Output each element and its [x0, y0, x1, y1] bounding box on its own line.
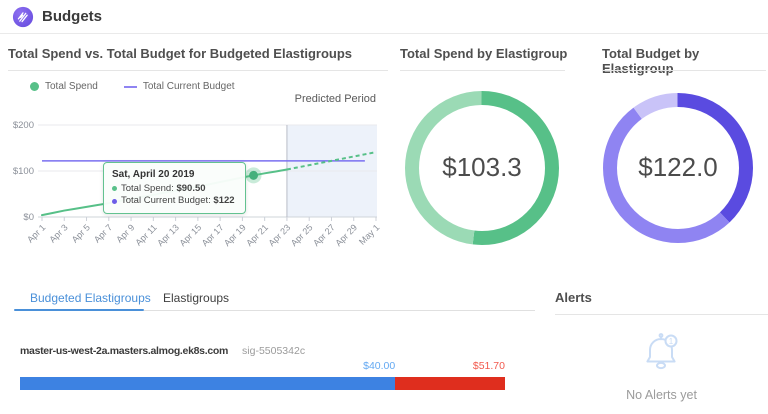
legend-item-total-current-budget[interactable]: Total Current Budget	[124, 81, 235, 92]
divider	[400, 70, 565, 71]
svg-text:Apr 29: Apr 29	[333, 222, 359, 248]
tooltip-row-budget: Total Current Budget: $122	[112, 195, 237, 208]
total-budget-donut-title: Total Budget by Elastigroup	[602, 46, 768, 76]
tab-elastigroups[interactable]: Elastigroups	[163, 291, 229, 305]
divider	[555, 314, 768, 315]
tab-divider	[144, 310, 535, 311]
svg-text:Apr 23: Apr 23	[267, 222, 293, 248]
no-alerts-text: No Alerts yet	[555, 388, 768, 402]
svg-text:Apr 5: Apr 5	[70, 222, 92, 244]
tooltip-date: Sat, April 20 2019	[112, 168, 237, 182]
legend-label: Total Spend	[45, 81, 98, 92]
active-tab-underline	[14, 309, 144, 311]
svg-text:$100: $100	[13, 166, 34, 177]
predicted-period-label: Predicted Period	[226, 93, 376, 105]
app-header: Budgets	[0, 0, 768, 34]
total-spend-value: $103.3	[402, 152, 562, 183]
tooltip-value: $122	[213, 195, 234, 206]
spend-vs-budget-title: Total Spend vs. Total Budget for Budgete…	[8, 46, 390, 61]
page-title: Budgets	[42, 8, 102, 25]
green-dot-icon	[30, 82, 39, 91]
spotinst-logo-icon	[12, 6, 34, 28]
elastigroup-row: master-us-west-2a.masters.almog.ek8s.com…	[20, 345, 305, 357]
total-spend-donut-title: Total Spend by Elastigroup	[400, 46, 570, 61]
svg-text:$200: $200	[13, 120, 34, 131]
budget-bar-within	[20, 377, 395, 390]
svg-text:$0: $0	[23, 212, 34, 223]
svg-text:Apr 25: Apr 25	[289, 222, 315, 248]
svg-text:Apr 15: Apr 15	[177, 222, 203, 248]
elastigroup-sig-id: sig-5505342c	[242, 345, 305, 357]
tooltip-label: Total Current Budget:	[121, 195, 211, 206]
legend-label: Total Current Budget	[143, 81, 235, 92]
budget-bar-overage	[395, 377, 505, 390]
tooltip-label: Total Spend:	[121, 183, 174, 194]
svg-text:Apr 7: Apr 7	[92, 222, 114, 244]
svg-text:Apr 27: Apr 27	[311, 222, 337, 248]
svg-text:May 1: May 1	[357, 222, 381, 246]
tab-budgeted-elastigroups[interactable]: Budgeted Elastigroups	[30, 291, 151, 305]
bell-badge-count: 1	[669, 337, 674, 346]
budgets-page: Budgets Total Spend vs. Total Budget for…	[0, 0, 768, 414]
total-budget-value: $122.0	[600, 152, 756, 183]
svg-text:Apr 3: Apr 3	[47, 222, 69, 244]
svg-text:Apr 1: Apr 1	[25, 222, 47, 244]
legend-item-total-spend[interactable]: Total Spend	[30, 81, 98, 92]
svg-text:Apr 11: Apr 11	[133, 222, 158, 247]
chart-tooltip: Sat, April 20 2019 Total Spend: $90.50 T…	[103, 162, 246, 214]
svg-text:Apr 17: Apr 17	[200, 222, 226, 248]
total-spend-amount-label: $51.70	[473, 360, 505, 372]
purple-line-icon	[124, 86, 137, 88]
chart-legend: Total Spend Total Current Budget	[30, 81, 235, 92]
divider	[602, 70, 766, 71]
divider	[8, 70, 388, 71]
tooltip-row-spend: Total Spend: $90.50	[112, 183, 237, 196]
purple-bullet-icon	[112, 199, 117, 204]
tooltip-value: $90.50	[176, 183, 205, 194]
budget-progress-bar	[20, 377, 505, 390]
budget-amount-label: $40.00	[20, 360, 395, 372]
svg-text:Apr 13: Apr 13	[155, 222, 181, 248]
budget-bar-labels: $40.00 $51.70	[20, 360, 505, 373]
alerts-title: Alerts	[555, 290, 592, 305]
green-bullet-icon	[112, 186, 117, 191]
svg-text:Apr 19: Apr 19	[222, 222, 248, 248]
bell-icon: 1	[641, 330, 681, 374]
svg-text:Apr 21: Apr 21	[244, 222, 270, 248]
elastigroup-name-link[interactable]: master-us-west-2a.masters.almog.ek8s.com	[20, 345, 228, 357]
